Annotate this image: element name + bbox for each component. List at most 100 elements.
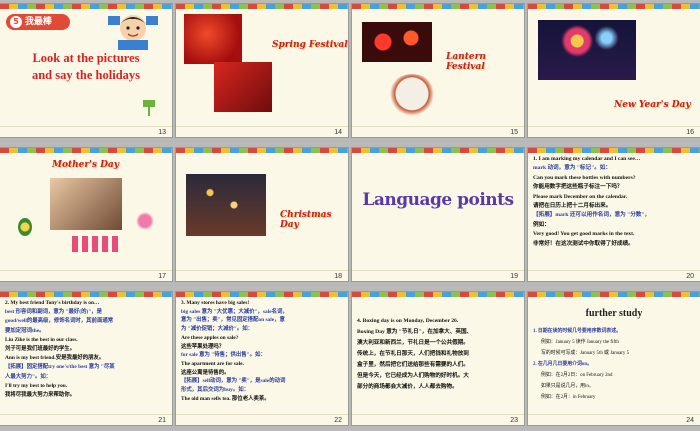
text-line: 部分的商场都会大减价，人人都去购物。 bbox=[357, 384, 458, 390]
text-line: 意为 "出售；卖"，常见固定搭配on sale，意 bbox=[181, 317, 285, 324]
slide-thumbnail-21[interactable]: 2. My best friend Tony's birthday is on…… bbox=[0, 292, 172, 425]
slide-thumbnail-13[interactable]: 5 我最棒 Look at the pictures and say the h… bbox=[0, 4, 172, 137]
slide-body-text: 1. 日期在读的时候几号要用序数词表述。 例如：January 5 读作 Jan… bbox=[533, 326, 696, 403]
slide-badge: 5 我最棒 bbox=[6, 14, 70, 30]
lantern-photo bbox=[184, 14, 242, 64]
text-line: Please mark December on the calendar. bbox=[533, 193, 628, 200]
slide-footer: 19 bbox=[352, 270, 524, 281]
slide-body-text: 3. Many stores have big sales! big sales… bbox=[181, 299, 344, 403]
text-line: Ann is my best friend.安是我最好的朋友。 bbox=[5, 355, 105, 362]
text-line: 但是今天，它已经成为人们购物的好时机。大 bbox=[357, 373, 469, 379]
slide-title: Language points bbox=[362, 190, 514, 210]
slide-thumbnail-22[interactable]: 3. Many stores have big sales! big sales… bbox=[176, 292, 348, 425]
slide-footer: 15 bbox=[352, 126, 524, 137]
slide-number: 24 bbox=[686, 417, 694, 424]
slide-number: 23 bbox=[510, 417, 518, 424]
text-line: 为 "减价促销；大减价"。如： bbox=[181, 326, 254, 333]
slide-top-band bbox=[352, 148, 524, 153]
slide-top-band bbox=[352, 4, 524, 9]
text-line: 这座公寓是待售的。 bbox=[181, 369, 230, 376]
badge-number: 5 bbox=[10, 16, 22, 28]
slide-thumbnail-17[interactable]: Mother's Day 17 bbox=[0, 148, 172, 281]
text-line: Liu Zike is the best in our class. bbox=[5, 336, 78, 343]
slide-top-band bbox=[0, 148, 172, 153]
slide-title: New Year's Day bbox=[614, 100, 691, 110]
cartoon-character-image bbox=[104, 10, 162, 50]
text-line: 你能用数字把这些瓶子标注一下吗？ bbox=[533, 184, 623, 191]
slide-number: 18 bbox=[334, 273, 342, 280]
text-line: 如果只是说几月，用in。 bbox=[541, 384, 594, 389]
green-sign-icon bbox=[142, 100, 156, 116]
text-line: for sale 意为 "待售；供出售"。如： bbox=[181, 352, 266, 359]
slide-thumbnail-20[interactable]: 1. I am marking my calendar and I can se… bbox=[528, 148, 700, 281]
text-line: 1. 日期在读的时候几号要用序数词表述。 bbox=[533, 329, 622, 334]
flower-bouquet-photo bbox=[18, 218, 32, 236]
text-line: mark 动词，意为 "标记"。如： bbox=[533, 165, 611, 172]
slide-top-band bbox=[176, 292, 348, 297]
slide-thumbnail-24[interactable]: further study 1. 日期在读的时候几号要用序数词表述。 例如：Ja… bbox=[528, 292, 700, 425]
text-line: 请把在日历上把十二月标出来。 bbox=[533, 203, 612, 210]
text-line: 4. Boxing day is on Monday, December 26. bbox=[357, 318, 459, 324]
text-line: 传统上，在节礼日那天，人们把钱和礼物放到 bbox=[357, 351, 469, 357]
slide-title: Lantern Festival bbox=[446, 52, 486, 72]
slide-top-band bbox=[352, 292, 524, 297]
title-line-2: and say the holidays bbox=[31, 68, 141, 82]
badge-text: 我最棒 bbox=[24, 17, 52, 27]
text-line: Very good! You get good marks in the tex… bbox=[533, 231, 635, 238]
slide-footer: 21 bbox=[0, 414, 172, 425]
slide-footer: 22 bbox=[176, 414, 348, 425]
text-line: Are these apples on sale? bbox=[181, 334, 239, 341]
slide-thumbnail-14[interactable]: Spring Festival 14 bbox=[176, 4, 348, 137]
text-line: 我将尽我最大努力来帮助你。 bbox=[5, 392, 76, 399]
slide-thumbnail-15[interactable]: Lantern Festival 15 bbox=[352, 4, 524, 137]
title-line-1: Look at the pictures bbox=[32, 51, 140, 65]
text-line: 1. I am marking my calendar and I can se… bbox=[533, 156, 641, 162]
slide-footer: 16 bbox=[528, 126, 700, 137]
slide-top-band bbox=[528, 4, 700, 9]
text-line: The apartment are for sale. bbox=[181, 360, 244, 367]
slide-title: Mother's Day bbox=[52, 160, 119, 170]
slide-footer: 14 bbox=[176, 126, 348, 137]
slide-top-band bbox=[0, 292, 172, 297]
text-line: 盒子里，然后把它们送给那些有需要的人们。 bbox=[357, 362, 469, 368]
text-line: 2. My best friend Tony's birthday is on… bbox=[5, 300, 100, 306]
slide-number: 22 bbox=[334, 417, 342, 424]
pink-flower-photo bbox=[136, 212, 154, 230]
text-line: 【拓展】固定搭配try one's/the best 意为 "尽某 bbox=[5, 364, 115, 371]
christmas-market-photo bbox=[186, 174, 266, 236]
slide-thumbnail-18[interactable]: Christmas Day 18 bbox=[176, 148, 348, 281]
mother-child-photo bbox=[50, 178, 122, 230]
slide-top-band bbox=[0, 4, 172, 9]
slide-footer: 17 bbox=[0, 270, 172, 281]
slide-title: Look at the pictures and say the holiday… bbox=[6, 50, 166, 84]
text-line: 写的时候可写成：January 5th 或 January 5 bbox=[541, 351, 630, 356]
text-line: 这些苹果处理吗？ bbox=[181, 343, 225, 350]
slide-top-band bbox=[528, 148, 700, 153]
slide-number: 13 bbox=[158, 129, 166, 136]
slide-footer: 24 bbox=[528, 414, 700, 425]
fireworks-photo bbox=[538, 20, 636, 80]
text-line: 形式，其后交词为buy。如： bbox=[181, 387, 249, 394]
text-line: good/well的最高级，修饰名词时，其前面通常 bbox=[5, 318, 114, 325]
text-line: 例如：在2月2日：on February 2nd bbox=[541, 373, 613, 378]
slide-title: Christmas Day bbox=[280, 210, 332, 230]
slide-thumbnail-19[interactable]: Language points 19 bbox=[352, 148, 524, 281]
text-line: big sales 意为 "大优惠；大减价"，sale名词， bbox=[181, 308, 288, 315]
slide-thumbnail-16[interactable]: New Year's Day 16 bbox=[528, 4, 700, 137]
slide-body-text: 1. I am marking my calendar and I can se… bbox=[533, 155, 696, 249]
slide-thumbnail-23[interactable]: 4. Boxing day is on Monday, December 26.… bbox=[352, 292, 524, 425]
slide-number: 17 bbox=[158, 273, 166, 280]
slide-footer: 20 bbox=[528, 270, 700, 281]
slide-body-text: 4. Boxing day is on Monday, December 26.… bbox=[357, 316, 520, 393]
text-line: 2. 在几月几日要用介词on。 bbox=[533, 362, 592, 367]
text-line: The old man sells tea. 那位老人卖茶。 bbox=[181, 395, 270, 402]
slide-title: further study bbox=[585, 308, 643, 319]
slide-body-text: 2. My best friend Tony's birthday is on…… bbox=[5, 299, 168, 400]
slide-number: 14 bbox=[334, 129, 342, 136]
text-line: 刘子可是我们班最好的学生。 bbox=[5, 346, 76, 353]
slide-top-band bbox=[176, 4, 348, 9]
slide-footer: 13 bbox=[0, 126, 172, 137]
text-line: 澳大利亚和新西兰，节礼日是一个公共假期。 bbox=[357, 340, 469, 346]
text-line: 非常好！在这次测试中你取得了好成绩。 bbox=[533, 240, 634, 247]
text-line: best 形容词和副词，意为 "最好(的)"，是 bbox=[5, 309, 103, 316]
